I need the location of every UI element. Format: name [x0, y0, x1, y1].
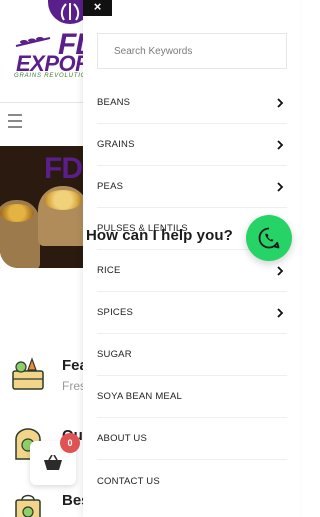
chat-prompt-text[interactable]: How can I help you?	[86, 227, 233, 244]
whatsapp-icon	[258, 227, 280, 249]
logo-wordmark-bottom: EXPOR	[16, 51, 91, 76]
menu-item-soya-bean-meal[interactable]: SOYA BEAN MEAL	[97, 376, 287, 418]
basket-icon	[44, 455, 62, 470]
menu-item-label: BEANS	[97, 97, 131, 108]
menu-item-label: PEAS	[97, 181, 124, 192]
menu-item-contact-us[interactable]: CONTACT US	[97, 460, 287, 502]
menu-item-label: SPICES	[97, 307, 134, 318]
menu-item-label: SOYA BEAN MEAL	[97, 391, 182, 402]
chevron-right-icon[interactable]	[275, 98, 285, 108]
menu-item-about-us[interactable]: ABOUT US	[97, 418, 287, 460]
hero-banner-text: FD	[44, 152, 83, 185]
menu-item-label: ABOUT US	[97, 433, 147, 444]
menu-item-label: SUGAR	[97, 349, 132, 360]
logo-tagline: GRAINS REVOLUTION	[14, 73, 92, 79]
produce-crate-icon	[12, 357, 44, 390]
chevron-right-icon[interactable]	[275, 308, 285, 318]
menu-item-label: CONTACT US	[97, 475, 160, 487]
menu-item-sugar[interactable]: SUGAR	[97, 334, 287, 376]
chevron-right-icon[interactable]	[275, 266, 285, 276]
grain-sack-image	[0, 200, 40, 268]
menu-list: BEANS GRAINS PEAS PULSES & LENTILS RICE …	[97, 82, 287, 502]
menu-item-grains[interactable]: GRAINS	[97, 124, 287, 166]
wheat-sprig-icon	[15, 37, 51, 47]
menu-item-label: RICE	[97, 265, 121, 276]
menu-item-spices[interactable]: SPICES	[97, 292, 287, 334]
grain-sack-image	[38, 186, 84, 246]
menu-item-beans[interactable]: BEANS	[97, 82, 287, 124]
hamburger-menu-icon[interactable]	[8, 114, 24, 128]
shopping-bag-icon	[15, 494, 41, 517]
chevron-right-icon[interactable]	[275, 182, 285, 192]
search-input[interactable]	[97, 33, 287, 69]
whatsapp-chat-button[interactable]	[246, 215, 292, 261]
cart-count-badge: 0	[60, 433, 80, 453]
hero-banner: FD	[0, 146, 84, 268]
chevron-right-icon[interactable]	[275, 140, 285, 150]
close-menu-button[interactable]: ×	[83, 0, 112, 16]
menu-item-label: GRAINS	[97, 139, 135, 150]
menu-item-peas[interactable]: PEAS	[97, 166, 287, 208]
